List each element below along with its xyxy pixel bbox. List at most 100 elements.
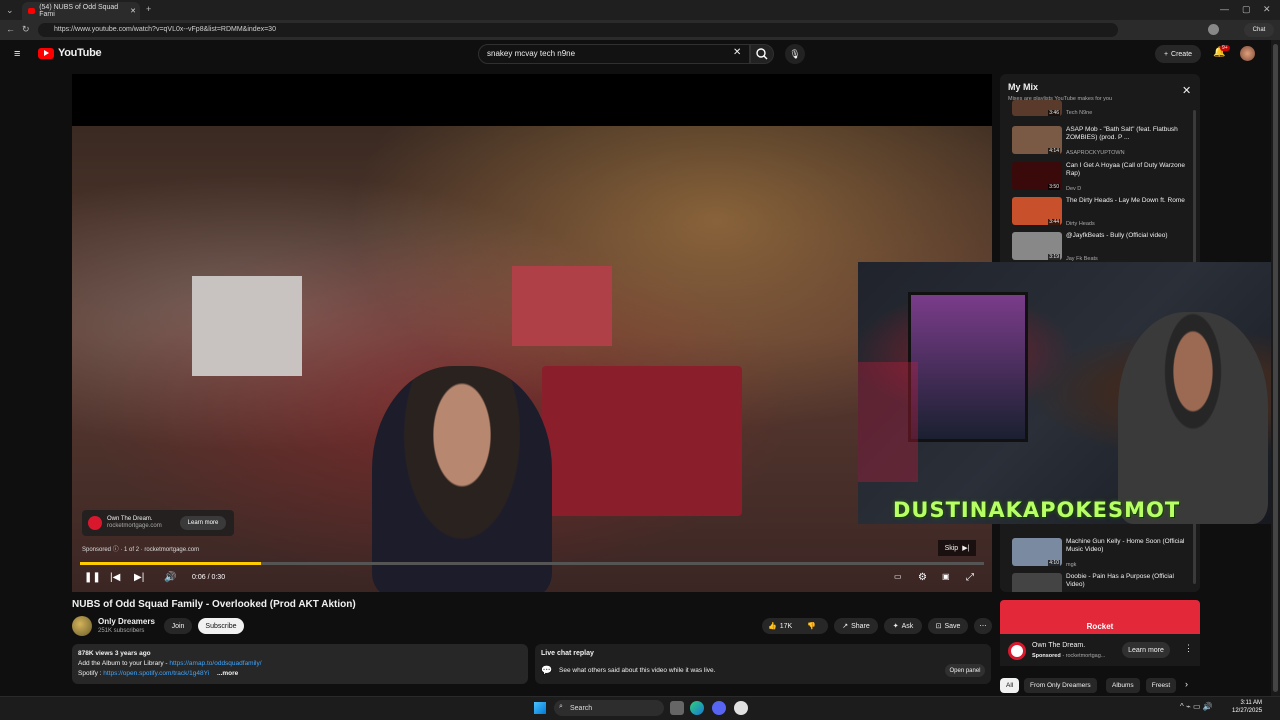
hamburger-menu-icon[interactable]: ≡: [14, 48, 20, 60]
gaming-pc: [908, 292, 1028, 442]
sponsored-card[interactable]: Own The Dream. Sponsored · rocketmortgag…: [1000, 634, 1200, 666]
search-input[interactable]: snakey mcvay tech n9ne: [478, 44, 750, 64]
captions-icon[interactable]: ▭: [894, 572, 902, 581]
plus-icon: +: [1163, 50, 1169, 58]
close-mix-icon[interactable]: ✕: [1182, 84, 1191, 97]
open-panel-button[interactable]: Open panel: [945, 664, 985, 677]
ask-label: Ask: [901, 622, 914, 630]
playlist-item[interactable]: Doobie - Pain Has a Purpose (Official Vi…: [1012, 573, 1192, 592]
back-icon[interactable]: ←: [6, 24, 15, 34]
chip-all[interactable]: All: [1000, 678, 1020, 693]
learn-more-button[interactable]: Learn more: [180, 516, 226, 530]
album-link[interactable]: https://amap.to/oddsquadfamily/: [169, 660, 261, 667]
join-button[interactable]: Join: [164, 618, 192, 634]
rocket-logo-icon: [88, 516, 102, 530]
tab-list-icon[interactable]: ⌄: [6, 5, 14, 16]
previous-icon[interactable]: |◀: [110, 572, 120, 583]
windows-start-icon[interactable]: [534, 702, 546, 714]
browser-tab-bar: [0, 0, 1280, 20]
chat-button[interactable]: Chat: [1244, 23, 1274, 37]
item-title: @JayfkBeats - Bully (Official video): [1066, 232, 1168, 239]
ad-brand: Own The Dream.: [107, 516, 153, 522]
sponsored-banner[interactable]: Rocket: [1000, 600, 1200, 634]
save-button[interactable]: ⊡ Save: [928, 618, 968, 634]
view-meta: 878K views 3 years ago: [78, 650, 151, 657]
webcam-overlay: [858, 262, 1280, 524]
settings-gear-icon[interactable]: ⚙: [918, 572, 927, 583]
playlist-item[interactable]: 3:44 The Dirty Heads - Lay Me Down ft. R…: [1012, 197, 1192, 227]
volume-icon[interactable]: 🔊: [164, 572, 176, 583]
taskbar-search-label: Search: [570, 704, 593, 712]
dislike-icon[interactable]: 👎: [807, 622, 816, 630]
more-vert-icon[interactable]: ⋮: [1184, 643, 1193, 654]
create-button[interactable]: + Create: [1155, 45, 1201, 63]
share-label: Share: [851, 622, 870, 630]
bookmark-icon: ⊡: [935, 623, 942, 630]
miniplayer-icon[interactable]: ▣: [942, 572, 950, 581]
clear-search-icon[interactable]: ✕: [733, 47, 741, 58]
clock-time: 3:11 AM: [1240, 700, 1263, 706]
item-title: Machine Gun Kelly - Home Soon (Official …: [1066, 538, 1185, 553]
item-title: The Dirty Heads - Lay Me Down ft. Rome: [1066, 197, 1185, 204]
voice-search-button[interactable]: 🎙: [785, 44, 805, 64]
mic-icon: 🎙: [789, 48, 801, 59]
close-window-icon[interactable]: ✕: [1263, 4, 1271, 15]
share-button[interactable]: ↗ Share: [834, 618, 878, 634]
spotify-link[interactable]: https://open.spotify.com/track/1g48Yi: [103, 670, 209, 677]
more-actions-icon[interactable]: ⋯: [974, 618, 992, 634]
ad-domain: rocketmortgage.com: [107, 523, 162, 529]
playlist-item[interactable]: 3:50 Can I Get A Hoyaa (Call of Duty War…: [1012, 162, 1192, 192]
account-avatar[interactable]: [1240, 46, 1255, 61]
maximize-icon[interactable]: ▢: [1242, 4, 1251, 15]
edge-browser-icon[interactable]: [690, 701, 704, 715]
skip-ad-button[interactable]: Skip ▶|: [938, 540, 976, 556]
search-icon: [756, 48, 768, 60]
description-text: Spotify :: [78, 670, 104, 677]
browser-tab[interactable]: (54) NUBS of Odd Squad Fami ✕: [22, 2, 140, 20]
chip-freestyle[interactable]: Freest: [1146, 678, 1176, 693]
next-icon[interactable]: ▶|: [134, 572, 144, 583]
new-tab-icon[interactable]: +: [146, 4, 151, 14]
artist: mgk: [1066, 562, 1077, 568]
taskbar-clock[interactable]: 3:11 AM 12/27/2025: [1232, 699, 1262, 715]
artist: Dev D: [1066, 186, 1082, 192]
playlist-item[interactable]: 3:19 @JayfkBeats - Bully (Official video…: [1012, 232, 1192, 262]
chevron-right-icon[interactable]: ›: [1185, 679, 1188, 689]
gift-box: [542, 366, 742, 516]
learn-more-button[interactable]: Learn more: [1122, 642, 1170, 658]
search-button[interactable]: [750, 44, 774, 64]
address-bar[interactable]: https://www.youtube.com/watch?v=qVL0x--v…: [38, 23, 1118, 37]
reload-icon[interactable]: ↻: [22, 24, 30, 35]
ask-button[interactable]: ✦ Ask: [884, 618, 922, 634]
taskbar-search[interactable]: ⌕ Search: [554, 700, 664, 716]
item-title: ASAP Mob - "Bath Salt" (feat. Flatbush Z…: [1066, 126, 1178, 141]
system-tray-icons[interactable]: ^ ⌁ ▭ 🔊: [1180, 702, 1213, 711]
like-dislike-group: 👍 17K 👎: [762, 618, 828, 634]
file-explorer-icon[interactable]: [670, 701, 684, 715]
page-scrollbar[interactable]: [1271, 40, 1280, 696]
close-tab-icon[interactable]: ✕: [130, 7, 136, 15]
fullscreen-icon[interactable]: ⤢: [966, 572, 974, 583]
chip-from-channel[interactable]: From Only Dreamers: [1024, 678, 1097, 693]
description-box[interactable]: 878K views 3 years ago Add the Album to …: [72, 644, 528, 684]
channel-avatar[interactable]: [72, 616, 92, 636]
like-icon[interactable]: 👍: [768, 622, 777, 630]
chip-albums[interactable]: Albums: [1106, 678, 1140, 693]
show-more-link[interactable]: ...more: [217, 670, 238, 677]
rocket-logo-icon: [1008, 642, 1026, 660]
profile-avatar[interactable]: [1208, 24, 1219, 35]
chrome-icon[interactable]: [734, 701, 748, 715]
create-label: Create: [1171, 50, 1193, 58]
item-title: Doobie - Pain Has a Purpose (Official Vi…: [1066, 573, 1174, 588]
discord-icon[interactable]: [712, 701, 726, 715]
video-player[interactable]: Own The Dream. rocketmortgage.com Learn …: [72, 74, 992, 592]
youtube-logo[interactable]: YouTube: [38, 47, 102, 59]
pause-icon[interactable]: ❚❚: [84, 572, 101, 583]
progress-bar[interactable]: [80, 562, 984, 565]
duration: 3:19: [1048, 254, 1060, 260]
subscribe-button[interactable]: Subscribe: [198, 618, 244, 634]
playlist-item[interactable]: 4:10 Machine Gun Kelly - Home Soon (Offi…: [1012, 538, 1192, 568]
minimize-icon[interactable]: —: [1220, 4, 1229, 14]
playlist-item[interactable]: 4:14 ASAP Mob - "Bath Salt" (feat. Flatb…: [1012, 126, 1192, 156]
channel-name[interactable]: Only Dreamers: [98, 617, 155, 626]
